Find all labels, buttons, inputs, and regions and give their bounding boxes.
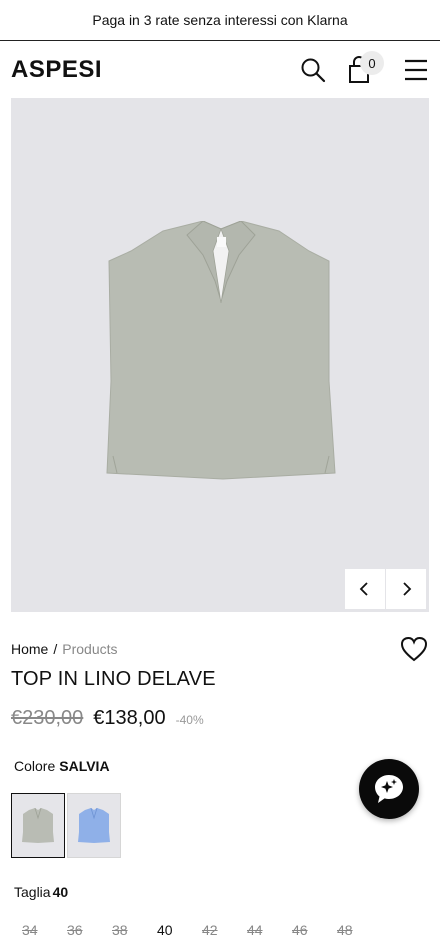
size-selected-value: 40 [52, 884, 69, 900]
price-row: €230,00 €138,00 -40% [11, 707, 204, 730]
discount-badge: -40% [175, 713, 204, 727]
color-label: Colore SALVIA [14, 758, 110, 774]
chevron-right-icon [403, 582, 412, 596]
original-price: €230,00 [11, 707, 84, 729]
color-swatches [11, 793, 121, 858]
size-option-44[interactable]: 44 [247, 922, 292, 938]
cart-count-badge: 0 [360, 51, 384, 75]
swatch-blue-thumbnail [78, 807, 110, 843]
chat-sparkle-icon [375, 775, 403, 803]
chat-assistant-button[interactable] [359, 759, 419, 819]
size-option-38[interactable]: 38 [112, 922, 157, 938]
breadcrumb-separator: / [53, 641, 58, 657]
size-option-34[interactable]: 34 [22, 922, 67, 938]
promo-bar: Paga in 3 rate senza interessi con Klarn… [0, 0, 440, 41]
search-icon [301, 58, 326, 83]
size-options: 34 36 38 40 42 44 46 48 [22, 922, 382, 938]
wishlist-button[interactable] [400, 636, 430, 664]
size-label-text: Taglia [14, 884, 51, 900]
product-image [106, 221, 336, 480]
color-swatch-blue[interactable] [67, 793, 121, 858]
size-option-42[interactable]: 42 [202, 922, 247, 938]
size-option-36[interactable]: 36 [67, 922, 112, 938]
size-label: Taglia 40 [14, 884, 68, 900]
color-swatch-salvia[interactable] [11, 793, 65, 858]
breadcrumb-current[interactable]: Products [62, 641, 117, 657]
product-gallery[interactable] [11, 98, 429, 612]
breadcrumb-home-link[interactable]: Home [11, 641, 48, 657]
color-selected-value: SALVIA [59, 758, 110, 774]
heart-icon [400, 636, 428, 662]
size-option-40[interactable]: 40 [157, 922, 202, 938]
swatch-salvia-thumbnail [22, 807, 54, 843]
sale-price: €138,00 [93, 707, 166, 729]
search-button[interactable] [299, 56, 327, 84]
gallery-next-button[interactable] [386, 569, 426, 609]
product-title: TOP IN LINO DELAVE [11, 668, 216, 690]
menu-button[interactable] [402, 56, 430, 84]
color-label-text: Colore [14, 758, 56, 774]
gallery-prev-button[interactable] [345, 569, 385, 609]
hamburger-menu-icon [405, 59, 427, 81]
promo-text: Paga in 3 rate senza interessi con Klarn… [92, 12, 348, 28]
size-option-48[interactable]: 48 [337, 922, 382, 938]
brand-logo[interactable]: ASPESI [11, 56, 102, 84]
size-option-46[interactable]: 46 [292, 922, 337, 938]
chevron-left-icon [359, 582, 368, 596]
breadcrumb: Home / Products [11, 641, 118, 657]
